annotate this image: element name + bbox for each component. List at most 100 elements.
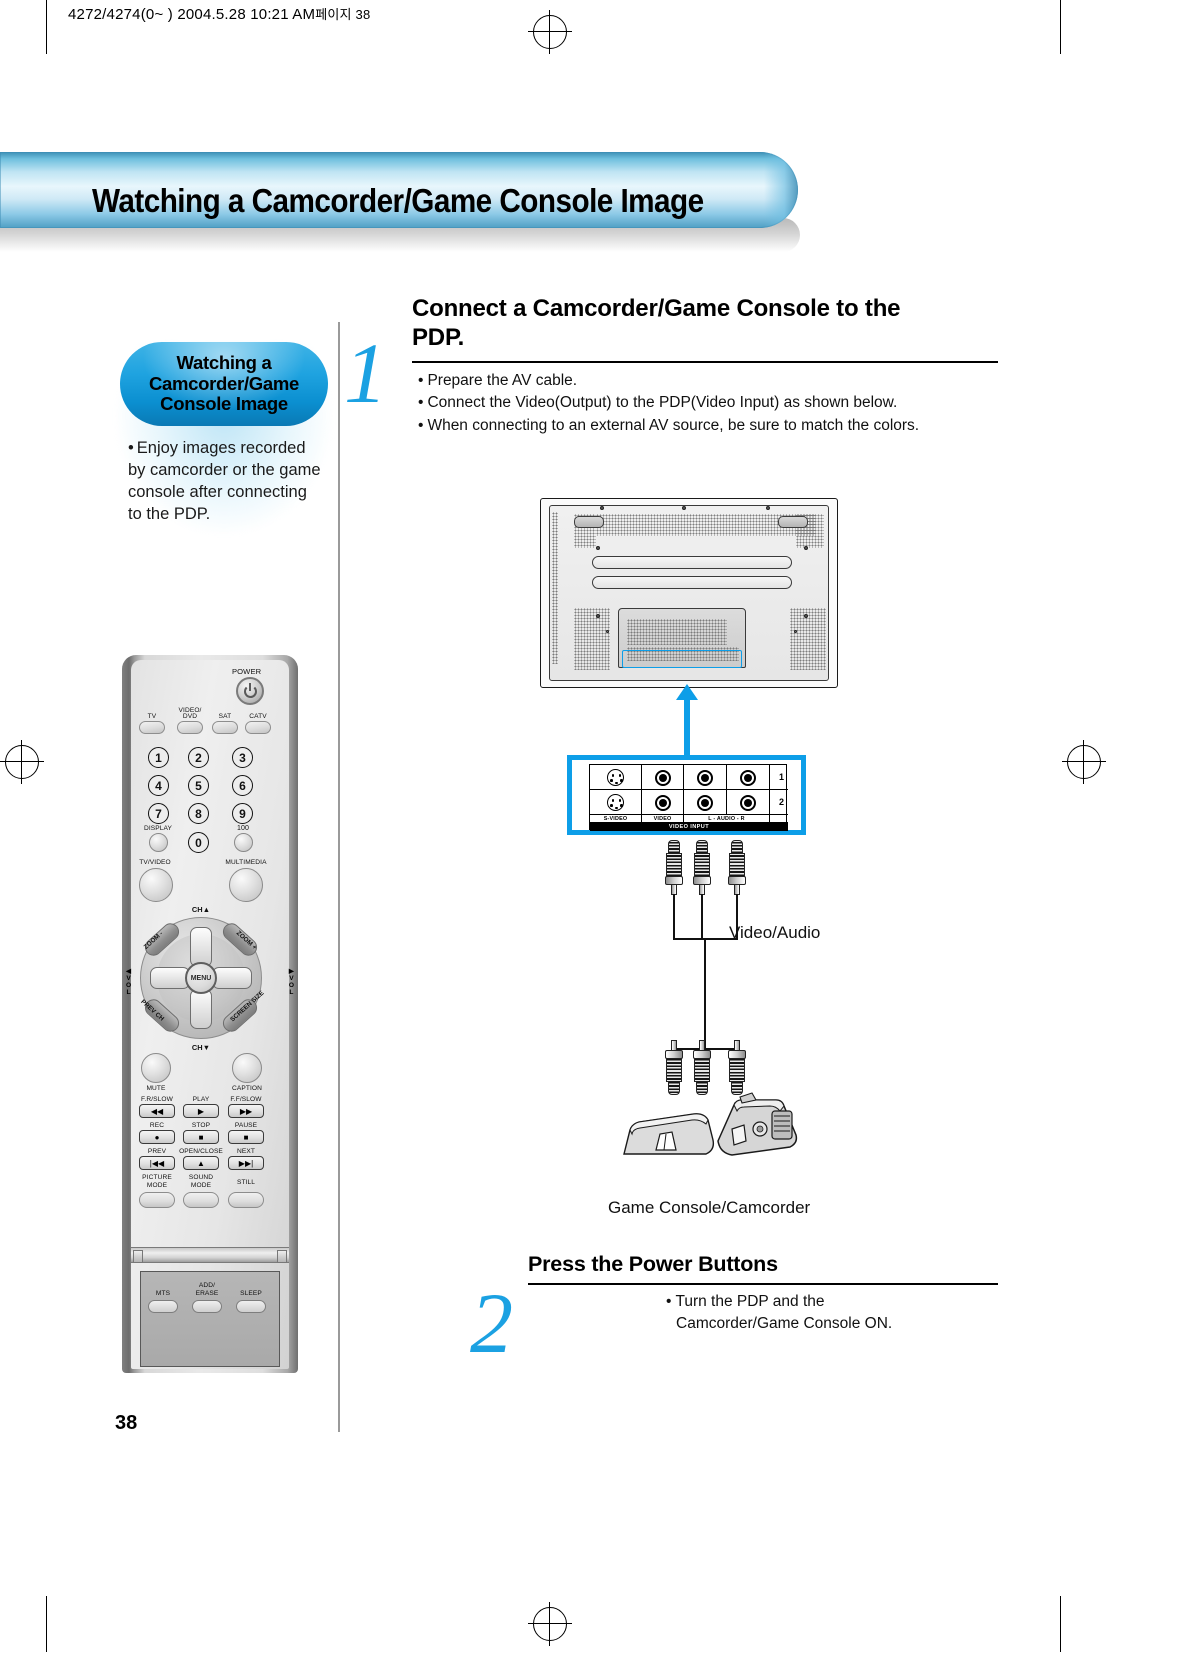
number-button-9[interactable]: 9 (232, 803, 253, 824)
jack-cell-video-1 (642, 765, 684, 790)
hundred-label: 100 (237, 825, 249, 832)
stop-button[interactable]: ■ (183, 1130, 219, 1144)
pdp-screw-8 (606, 630, 609, 633)
next-button[interactable]: ▶▶| (228, 1156, 264, 1170)
pdp-jack-highlight (622, 650, 742, 668)
record-icon: ● (154, 1132, 160, 1142)
number-button-7[interactable]: 7 (148, 803, 169, 824)
source-button-video-dvd[interactable] (177, 721, 203, 734)
pdp-screw-2 (682, 506, 686, 510)
rca-video-jack-icon (654, 769, 671, 786)
remote-flip-hinge (131, 1247, 289, 1263)
picture-mode-label-l2: MODE (146, 1182, 168, 1189)
pdp-vent-bottomleft (574, 608, 610, 670)
prev-button[interactable]: |◀◀ (139, 1156, 175, 1170)
number-button-3[interactable]: 3 (232, 747, 253, 768)
vol-right-label: ▶ V O L (289, 968, 294, 997)
caption-button[interactable] (232, 1053, 262, 1083)
number-button-8[interactable]: 8 (188, 803, 209, 824)
jack-label-video-input: VIDEO INPUT (590, 823, 788, 831)
crop-mark-bottom-left-v (46, 1596, 47, 1652)
rca-plug-upper-2 (693, 840, 711, 895)
number-button-0[interactable]: 0 (188, 832, 209, 853)
add-erase-label-l1: ADD/ (198, 1282, 216, 1289)
still-button[interactable] (228, 1192, 264, 1208)
column-divider (338, 322, 340, 1432)
number-button-5[interactable]: 5 (188, 775, 209, 796)
play-button[interactable]: ▶ (183, 1104, 219, 1118)
step-1-bullet-text-2: When connecting to an external AV source… (427, 417, 920, 435)
tv-video-button[interactable] (139, 868, 173, 902)
play-label: PLAY (192, 1096, 210, 1103)
picture-mode-button[interactable] (139, 1192, 175, 1208)
eject-icon: ▲ (197, 1158, 205, 1168)
display-button[interactable] (149, 833, 168, 852)
jack-label-video: VIDEO (642, 815, 684, 823)
jack-cell-audio-r-1 (727, 765, 770, 790)
pause-button[interactable]: ■ (228, 1130, 264, 1144)
add-erase-button[interactable] (192, 1300, 222, 1313)
s-video-connector-icon (607, 794, 624, 811)
dpad-up-button[interactable] (190, 927, 212, 967)
dpad-left-button[interactable] (150, 967, 190, 989)
dpad-down-button[interactable] (190, 989, 212, 1029)
step-2-bullet-1: Camcorder/Game Console ON. (666, 1313, 998, 1335)
rca-plug-upper-3 (728, 840, 746, 895)
rca-audio-right-jack-icon (740, 769, 756, 786)
jack-cell-audio-l-1 (684, 765, 727, 790)
multimedia-button[interactable] (229, 868, 263, 902)
ch-down-text: CH (191, 1043, 203, 1052)
mute-label: MUTE (146, 1085, 166, 1092)
open-close-button[interactable]: ▲ (183, 1156, 219, 1170)
registration-mark-left (0, 740, 44, 784)
step-1-heading-line1: Connect a Camcorder/Game Console to the (412, 295, 901, 322)
sidebar-note: • Enjoy images recorded by camcorder or t… (128, 438, 324, 526)
step-1-bullets: • Prepare the AV cable. • Connect the Vide… (412, 370, 998, 438)
step-1-block: Connect a Camcorder/Game Console to the … (412, 294, 998, 438)
fr-slow-button[interactable]: ◀◀ (139, 1104, 175, 1118)
rca-plug-upper-1 (665, 840, 683, 895)
number-button-6[interactable]: 6 (232, 775, 253, 796)
sidebar-note-bullet: • (128, 439, 134, 457)
prev-label: PREV (147, 1148, 167, 1155)
hundred-button[interactable] (234, 833, 253, 852)
pdp-screw-4 (596, 546, 600, 550)
step-2-bullet-0: • Turn the PDP and the (666, 1291, 998, 1313)
rec-button[interactable]: ● (139, 1130, 175, 1144)
step-2-bullet-text-0: Turn the PDP and the (675, 1293, 825, 1310)
mute-button[interactable] (141, 1053, 171, 1083)
pdp-screw-7 (804, 614, 808, 618)
sound-mode-button[interactable] (183, 1192, 219, 1208)
stop-icon: ■ (198, 1132, 204, 1142)
menu-button[interactable]: MENU (185, 962, 217, 994)
rec-label: REC (149, 1122, 165, 1129)
step-1-heading: Connect a Camcorder/Game Console to the … (412, 294, 998, 353)
vol-left-l: L (126, 988, 131, 996)
caption-label: CAPTION (231, 1085, 263, 1092)
print-header-text: 4272/4274(0~ ) 2004.5.28 10:21 AM (68, 6, 316, 23)
tv-video-label: TV/VIDEO (139, 859, 171, 866)
source-button-sat[interactable] (212, 721, 238, 734)
bullet-glyph: • (418, 394, 424, 412)
number-button-4[interactable]: 4 (148, 775, 169, 796)
jack-row-1: 1 (590, 765, 788, 790)
add-erase-label-l2: ERASE (195, 1290, 219, 1297)
bullet-glyph: • (418, 417, 424, 435)
source-button-catv[interactable] (245, 721, 271, 734)
rca-audio-left-jack-icon (697, 794, 713, 811)
number-button-2[interactable]: 2 (188, 747, 209, 768)
jack-cell-svideo-1 (590, 765, 642, 790)
ch-up-label: CH▲ (192, 905, 210, 914)
dpad-right-button[interactable] (212, 967, 252, 989)
number-button-1[interactable]: 1 (148, 747, 169, 768)
power-button[interactable] (236, 677, 264, 705)
jack-label-svideo: S-VIDEO (590, 815, 642, 823)
page-title: Watching a Camcorder/Game Console Image (92, 182, 704, 219)
source-button-tv[interactable] (139, 721, 165, 734)
sleep-button[interactable] (236, 1300, 266, 1313)
remote-power-label: POWER (232, 667, 262, 676)
ff-slow-button[interactable]: ▶▶ (228, 1104, 264, 1118)
mts-button[interactable] (148, 1300, 178, 1313)
step-2-rule (528, 1283, 998, 1285)
rca-plug-lower-1 (665, 1040, 683, 1095)
